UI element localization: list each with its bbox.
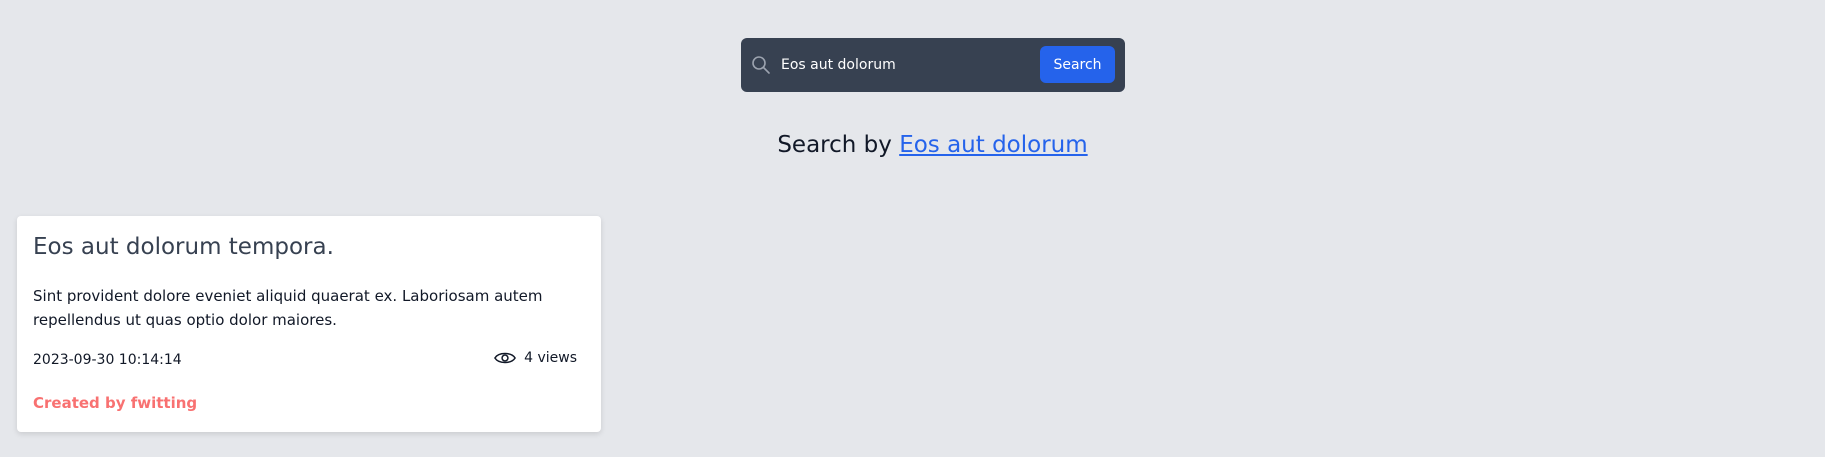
page: Search Search by Eos aut dolorum Eos aut…	[0, 0, 1825, 457]
post-card[interactable]: Eos aut dolorum tempora. Sint provident …	[17, 216, 601, 432]
search-button[interactable]: Search	[1040, 46, 1115, 83]
post-excerpt: Sint provident dolore eveniet aliquid qu…	[33, 287, 543, 329]
search-bar: Search	[741, 38, 1125, 92]
search-icon	[752, 56, 770, 74]
search-heading-prefix: Search by	[777, 132, 900, 158]
search-input[interactable]	[781, 38, 1073, 92]
views-count: 4 views	[524, 350, 577, 366]
search-heading: Search by Eos aut dolorum	[0, 132, 1825, 158]
post-title[interactable]: Eos aut dolorum tempora.	[33, 234, 334, 260]
post-views: 4 views	[494, 350, 577, 366]
post-date: 2023-09-30 10:14:14	[33, 352, 182, 368]
search-term-link[interactable]: Eos aut dolorum	[899, 132, 1087, 158]
eye-icon	[494, 352, 517, 364]
post-author[interactable]: Created by fwitting	[33, 394, 197, 412]
